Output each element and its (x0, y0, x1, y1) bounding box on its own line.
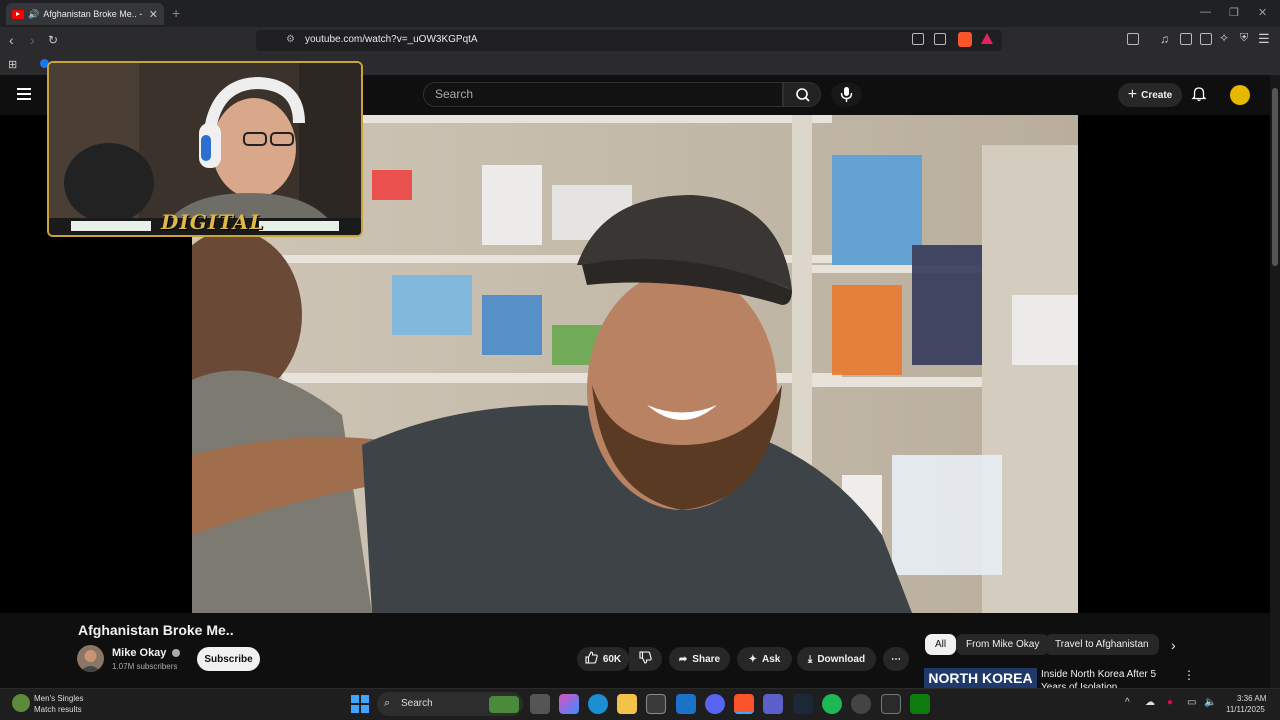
chevron-right-icon[interactable]: › (1171, 637, 1176, 653)
media-icon[interactable]: ♫ (1160, 32, 1169, 46)
discord-icon[interactable] (705, 694, 725, 714)
apps-grid-icon[interactable]: ⊞ (8, 58, 17, 71)
new-tab-icon[interactable]: + (172, 5, 180, 21)
widget-subtitle: Match results (34, 705, 82, 714)
volume-icon[interactable]: 🔈 (1204, 697, 1216, 708)
recommended-title[interactable]: Inside North Korea After 5 Years of Isol… (1041, 668, 1181, 688)
download-button[interactable]: ⤓ Download (797, 647, 876, 671)
more-horizontal-icon: ⋯ (891, 653, 901, 665)
subscriber-count: 1.07M subscribers (112, 662, 178, 671)
channel-name[interactable]: Mike Okay (112, 647, 181, 659)
windows-start-icon[interactable] (351, 695, 369, 713)
search-icon (796, 88, 810, 102)
mic-tray-icon[interactable]: ● (1167, 697, 1173, 708)
create-label: Create (1141, 89, 1173, 101)
dislike-button[interactable] (629, 647, 662, 671)
maximize-icon[interactable]: ❐ (1229, 6, 1239, 19)
brave-shield-icon[interactable] (958, 32, 972, 47)
tab-title: Afghanistan Broke Me.. - You (43, 9, 145, 19)
verified-icon (172, 649, 181, 658)
taskbar-search-icon: ⌕ (384, 697, 391, 709)
windows-taskbar (0, 688, 1280, 720)
cast-icon[interactable] (912, 33, 924, 45)
xbox-icon[interactable] (910, 694, 930, 714)
recommended-more-icon[interactable]: ⋮ (1183, 668, 1195, 682)
plus-icon: + (1127, 86, 1138, 103)
vpn-icon[interactable]: ⛨ (1240, 32, 1248, 45)
obs-icon[interactable] (851, 694, 871, 714)
guide-menu-icon[interactable] (17, 88, 31, 100)
clock-date[interactable]: 11/11/2025 (1226, 705, 1265, 714)
teams-icon[interactable] (763, 694, 783, 714)
voice-search-button[interactable] (831, 82, 862, 107)
browser-tab[interactable]: 🔊 Afghanistan Broke Me.. - You ✕ (6, 3, 164, 25)
recommended-thumbnail[interactable]: NORTH KOREA (924, 668, 1037, 688)
url-text[interactable]: youtube.com/watch?v=_uOW3KGPqtA (305, 34, 478, 45)
tray-chevron-icon[interactable]: ^ (1125, 697, 1130, 708)
subscribe-button[interactable]: Subscribe (197, 647, 260, 671)
download-icon: ⤓ (807, 653, 813, 665)
menu-icon[interactable]: ☰ (1258, 31, 1270, 47)
app-icon[interactable] (881, 694, 901, 714)
audio-playing-icon[interactable]: 🔊 (28, 9, 39, 20)
channel-avatar[interactable] (77, 645, 104, 672)
notifications-bell-icon[interactable] (1191, 86, 1207, 105)
close-tab-icon[interactable]: ✕ (149, 8, 158, 21)
chip-from-channel[interactable]: From Mike Okay (956, 634, 1050, 655)
brave-taskbar-icon[interactable] (734, 694, 754, 714)
edge-icon[interactable] (588, 694, 608, 714)
copilot-icon[interactable] (559, 694, 579, 714)
scrollbar-thumb[interactable] (1272, 88, 1278, 266)
ask-label: Ask (762, 653, 781, 665)
store-icon[interactable] (646, 694, 666, 714)
minimize-icon[interactable]: — (1200, 6, 1211, 18)
reload-icon[interactable]: ↻ (48, 33, 58, 47)
leo-ai-icon[interactable]: ✧ (1219, 31, 1229, 45)
sparkle-icon: ✦ (748, 653, 758, 665)
widgets-icon[interactable] (12, 694, 30, 712)
search-input[interactable]: Search (423, 82, 783, 107)
search-button[interactable] (783, 82, 821, 107)
brave-rewards-icon[interactable] (981, 33, 993, 44)
forward-icon[interactable]: › (30, 32, 35, 48)
ask-button[interactable]: ✦ Ask (737, 647, 792, 671)
chip-all[interactable]: All (925, 634, 957, 655)
like-count: 60K (602, 653, 622, 665)
clock-time[interactable]: 3:36 AM (1237, 694, 1266, 703)
youtube-favicon-icon (12, 9, 24, 19)
task-view-icon[interactable] (530, 694, 550, 714)
steam-icon[interactable] (793, 694, 813, 714)
network-icon[interactable]: ▭ (1187, 697, 1196, 708)
video-title: Afghanistan Broke Me.. (78, 622, 234, 638)
spotify-icon[interactable] (822, 694, 842, 714)
download-label: Download (817, 653, 866, 665)
browser-tab-bar (0, 0, 1280, 27)
more-actions-button[interactable]: ⋯ (883, 647, 909, 671)
channel-name-text: Mike Okay (112, 647, 167, 659)
overlay-logo: DIGITAL (161, 210, 265, 234)
streamer-webcam-overlay: DIGITAL (47, 61, 363, 237)
thumbs-up-icon (585, 651, 598, 667)
account-avatar[interactable] (1230, 85, 1250, 105)
share-page-icon[interactable] (934, 33, 946, 45)
share-arrow-icon: ➦ (678, 653, 688, 665)
wallet-icon[interactable] (1200, 33, 1212, 45)
site-info-icon[interactable]: ⚙ (286, 34, 295, 45)
sidebar-icon[interactable] (1127, 33, 1139, 45)
close-window-icon[interactable]: ✕ (1258, 6, 1267, 19)
outlook-icon[interactable] (676, 694, 696, 714)
thumbs-down-icon (639, 651, 652, 667)
back-icon[interactable]: ‹ (9, 32, 14, 48)
chip-travel[interactable]: Travel to Afghanistan (1045, 634, 1159, 655)
microphone-icon (840, 87, 853, 102)
share-button[interactable]: ➦ Share (669, 647, 730, 671)
widget-title[interactable]: Men's Singles (34, 694, 84, 703)
search-highlight-icon (489, 696, 519, 713)
create-button[interactable]: + Create (1118, 83, 1182, 107)
file-explorer-icon[interactable] (617, 694, 637, 714)
share-label: Share (692, 653, 721, 665)
onedrive-icon[interactable]: ☁ (1145, 697, 1155, 708)
like-button[interactable]: 60K (577, 647, 629, 671)
reading-list-icon[interactable] (1180, 33, 1192, 45)
